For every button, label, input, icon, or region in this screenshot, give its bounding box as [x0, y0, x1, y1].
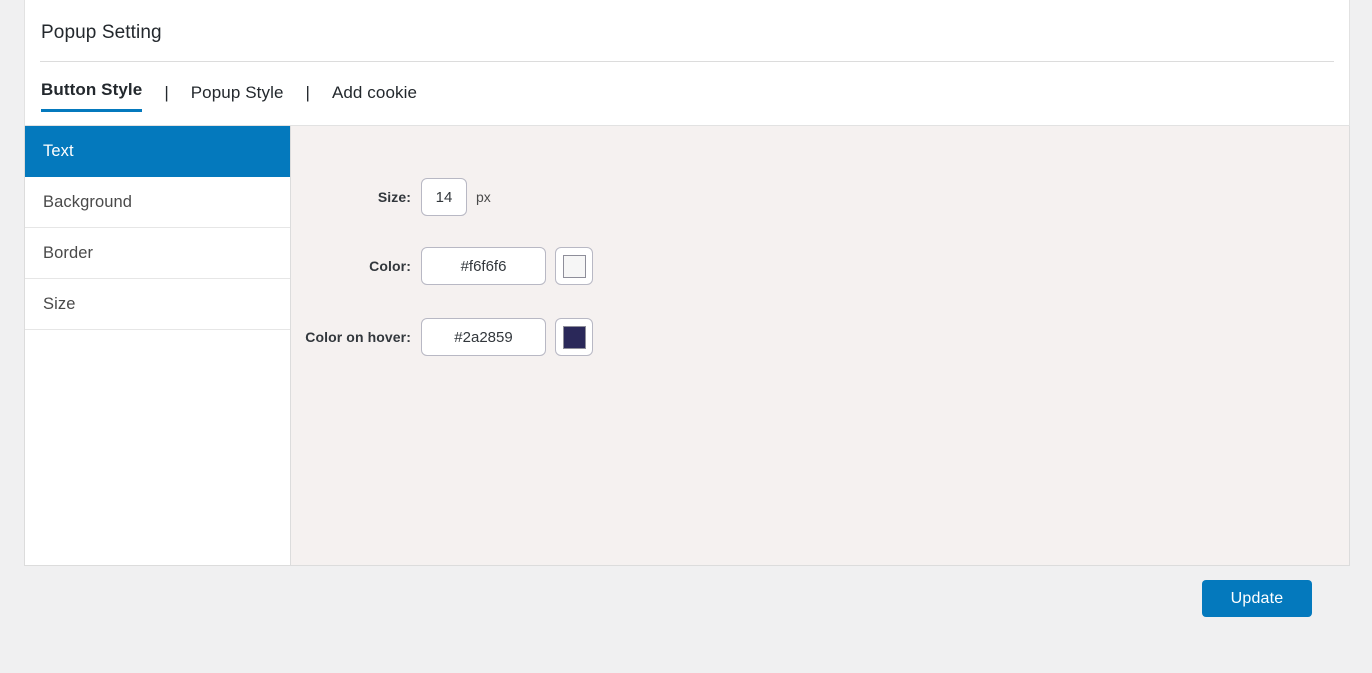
color-label: Color: [369, 258, 411, 274]
color-input[interactable] [421, 247, 546, 285]
tab-separator-2: | [305, 83, 310, 102]
color-swatch-icon [562, 254, 586, 278]
popup-setting-card: Popup Setting Button Style | Popup Style… [24, 0, 1350, 126]
size-unit-label: px [476, 189, 491, 205]
tab-popup-style[interactable]: Popup Style [191, 83, 284, 112]
color-on-hover-label: Color on hover: [305, 329, 411, 345]
page-title: Popup Setting [41, 22, 162, 43]
sidebar-item-text[interactable]: Text [25, 126, 290, 177]
color-on-hover-input[interactable] [421, 318, 546, 356]
settings-panel: Text Background Border Size Size: px Col… [24, 126, 1350, 566]
sidebar-item-size[interactable]: Size [25, 279, 290, 330]
title-divider [40, 61, 1334, 62]
popup-setting-page: Popup Setting Button Style | Popup Style… [0, 0, 1372, 673]
size-input[interactable] [421, 178, 467, 216]
tab-separator-1: | [164, 83, 169, 102]
settings-content: Size: px Color: Color on hover: [291, 126, 1350, 566]
settings-sidebar: Text Background Border Size [24, 126, 291, 566]
tab-button-style[interactable]: Button Style [41, 80, 143, 112]
color-swatch-button[interactable] [555, 247, 593, 285]
sidebar-item-background[interactable]: Background [25, 177, 290, 228]
tab-bar: Button Style | Popup Style | Add cookie [41, 80, 417, 112]
tab-add-cookie[interactable]: Add cookie [332, 83, 417, 112]
field-row-color: Color: [291, 247, 593, 285]
size-label: Size: [377, 189, 411, 205]
field-row-size: Size: px [291, 178, 491, 216]
field-row-color-on-hover: Color on hover: [291, 318, 593, 356]
color-on-hover-swatch-button[interactable] [555, 318, 593, 356]
update-button[interactable]: Update [1202, 580, 1312, 617]
sidebar-item-border[interactable]: Border [25, 228, 290, 279]
color-on-hover-swatch-icon [562, 325, 586, 349]
